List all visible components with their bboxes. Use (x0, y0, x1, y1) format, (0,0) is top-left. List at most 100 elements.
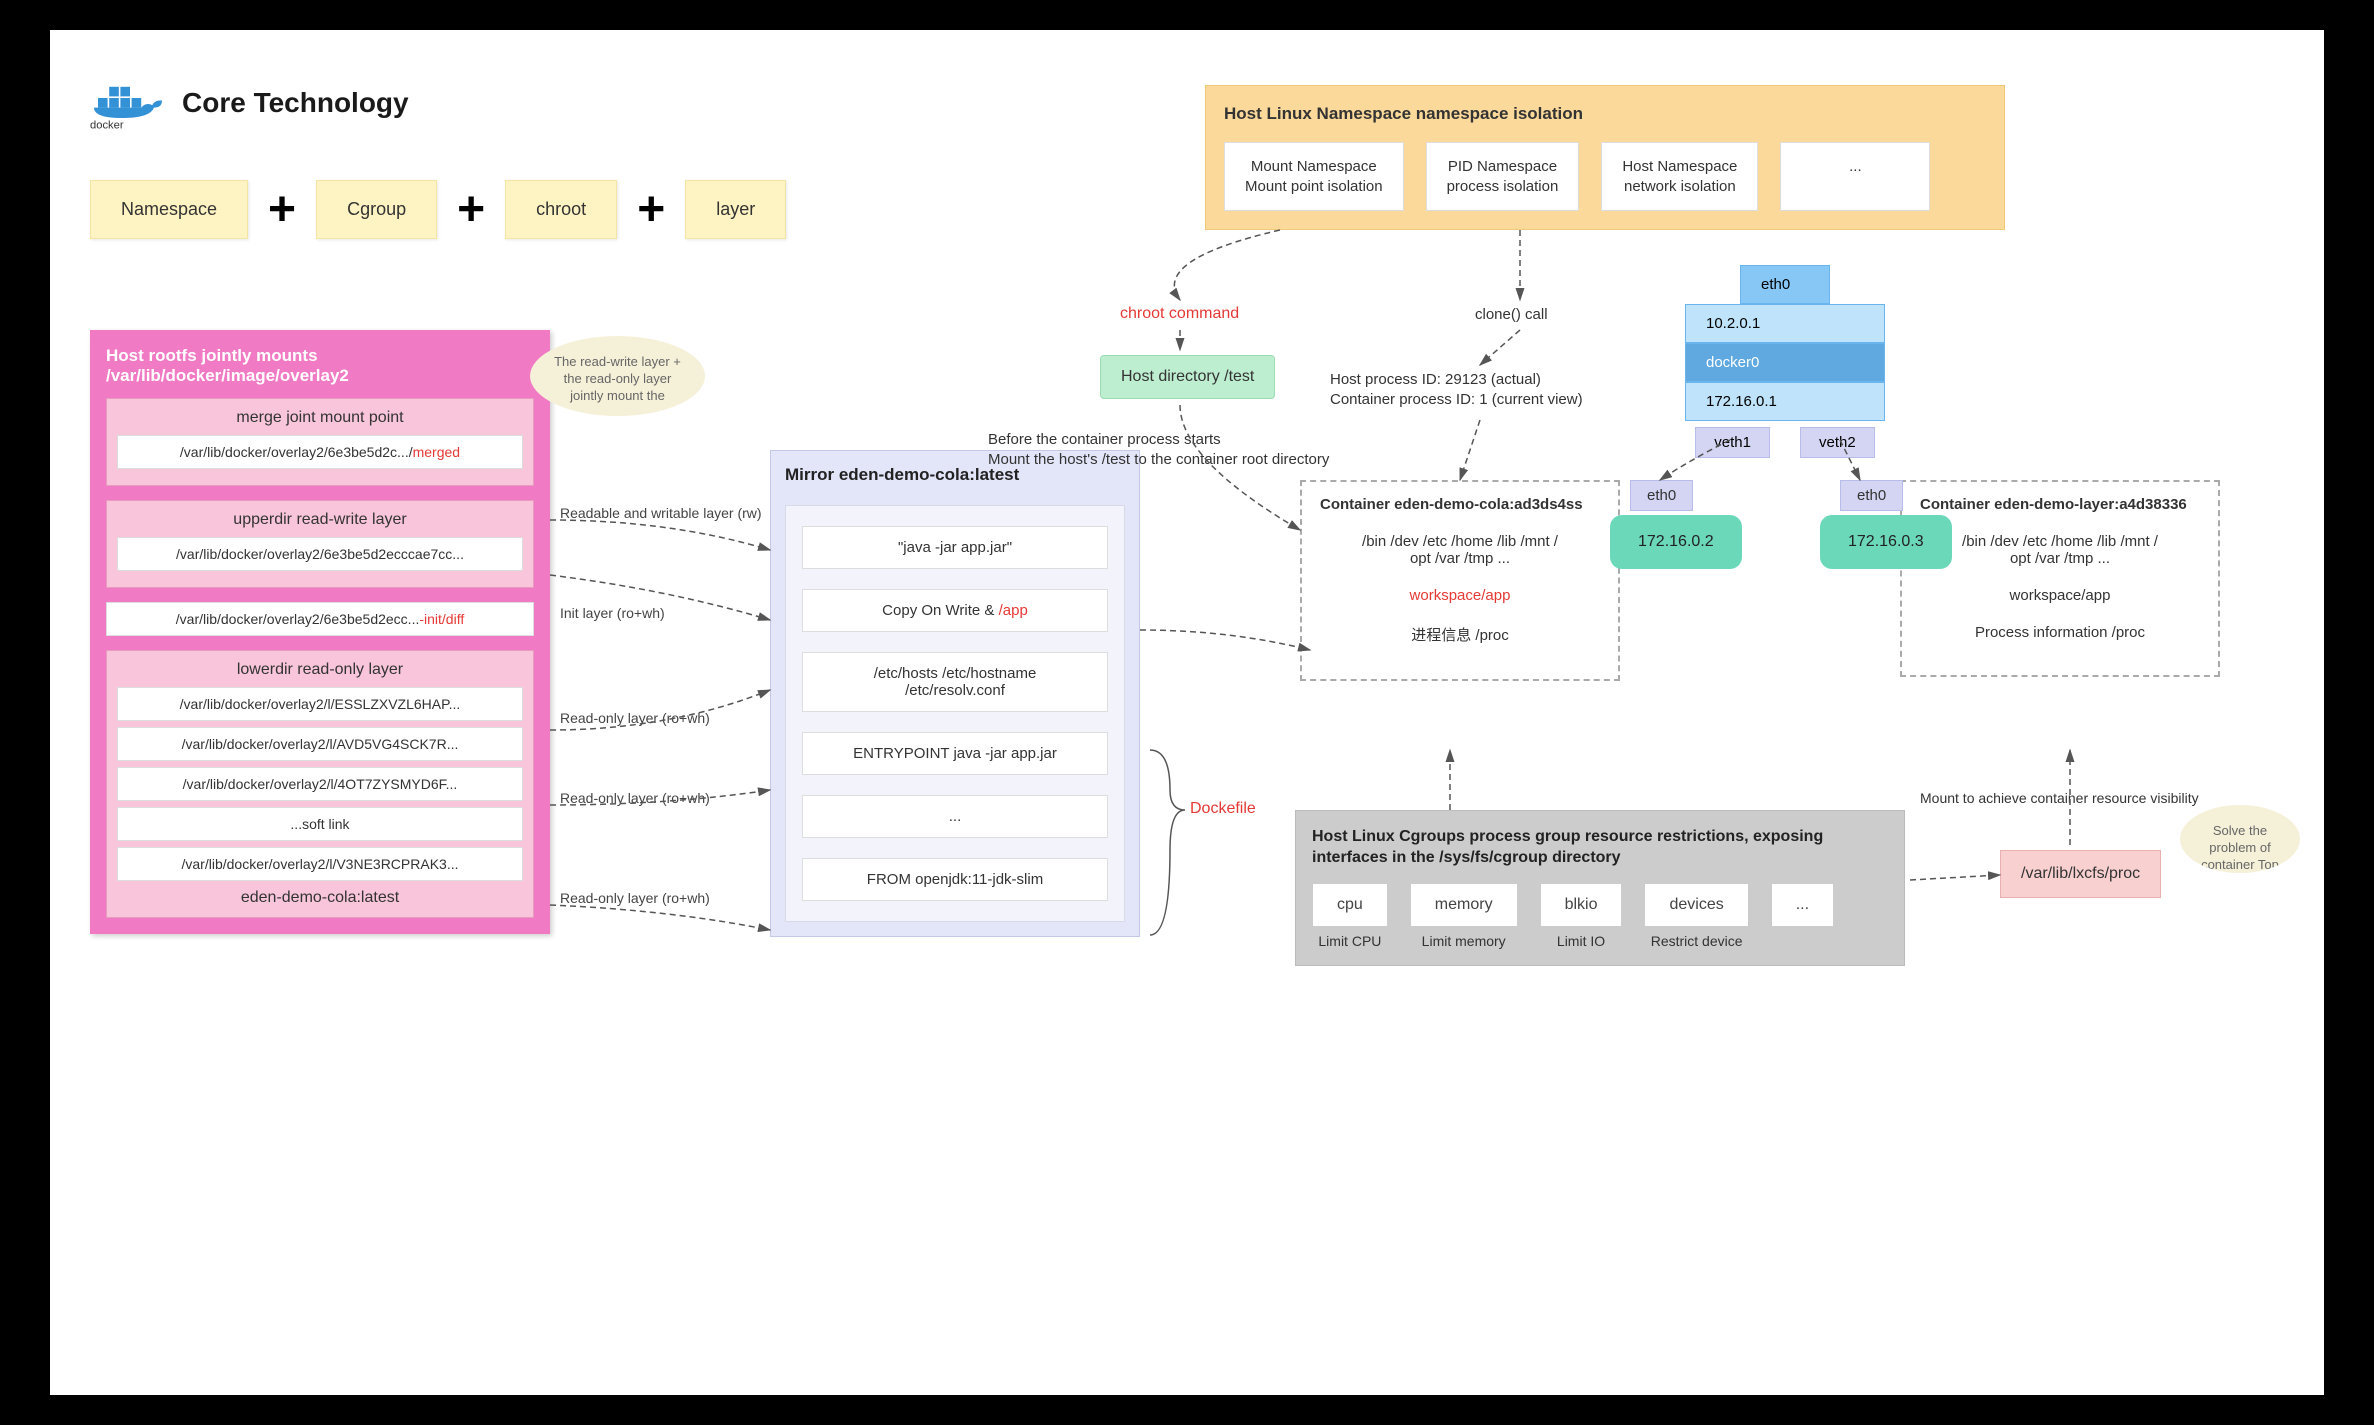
ns-box-pid: PID Namespace process isolation (1426, 142, 1580, 211)
plus-icon: + (457, 182, 485, 237)
mirror-body: "java -jar app.jar" Copy On Write & /app… (785, 505, 1125, 922)
title-row: docker Core Technology (90, 70, 409, 135)
top-note-bubble: Solve the problem of container Top (2180, 805, 2300, 873)
cgroup-memory-label: Limit memory (1410, 933, 1518, 949)
cgroup-devices: devices (1644, 883, 1748, 927)
container-b-workspace: workspace/app (1920, 587, 2200, 604)
lower-layer: lowerdir read-only layer /var/lib/docker… (106, 650, 534, 918)
core-box-chroot: chroot (505, 180, 617, 239)
container-a-dirs: /bin /dev /etc /home /lib /mnt / opt /va… (1320, 533, 1600, 567)
init-path-prefix: /var/lib/docker/overlay2/6e3be5d2ecc... (176, 611, 420, 627)
container-a: Container eden-demo-cola:ad3ds4ss /bin /… (1300, 480, 1620, 681)
container-b-dirs: /bin /dev /etc /home /lib /mnt / opt /va… (1920, 533, 2200, 567)
container-a-ip: 172.16.0.2 (1610, 515, 1742, 569)
plus-icon: + (637, 182, 665, 237)
lower-path-4: /var/lib/docker/overlay2/l/V3NE3RCPRAK3.… (117, 847, 523, 881)
lower-path-2: /var/lib/docker/overlay2/l/4OT7ZYSMYD6F.… (117, 767, 523, 801)
host-ip: 10.2.0.1 (1685, 304, 1885, 343)
rootfs-panel-title: Host rootfs jointly mounts /var/lib/dock… (106, 346, 534, 386)
layer-label-ro2: Read-only layer (ro+wh) (560, 790, 710, 806)
mirror-panel: Mirror eden-demo-cola:latest "java -jar … (770, 450, 1140, 937)
layer-label-rw: Readable and writable layer (rw) (560, 505, 762, 521)
merge-path-suffix: merged (413, 444, 460, 460)
chroot-command-label: chroot command (1120, 305, 1239, 323)
container-a-workspace: workspace/app (1320, 587, 1600, 604)
host-dir-box: Host directory /test (1100, 355, 1275, 399)
lower-path-0: /var/lib/docker/overlay2/l/ESSLZXVZL6HAP… (117, 687, 523, 721)
lxcfs-box: /var/lib/lxcfs/proc (2000, 850, 2161, 898)
docker0-ip: 172.16.0.1 (1685, 382, 1885, 421)
lower-tag: eden-demo-cola:latest (117, 889, 523, 907)
lower-path-3: ...soft link (117, 807, 523, 841)
cgroup-col-cpu: cpu Limit CPU (1312, 883, 1388, 949)
cgroup-blkio: blkio (1540, 883, 1623, 927)
cgroup-col-blkio: blkio Limit IO (1540, 883, 1623, 949)
layer-label-ro3: Read-only layer (ro+wh) (560, 890, 710, 906)
lower-layer-title: lowerdir read-only layer (117, 661, 523, 679)
container-b-proc: Process information /proc (1920, 624, 2200, 641)
merge-layer-title: merge joint mount point (117, 409, 523, 427)
diagram-canvas: docker Core Technology Namespace + Cgrou… (50, 30, 2324, 1395)
cgroup-more: ... (1771, 883, 1834, 927)
container-a-eth: eth0 (1630, 480, 1693, 511)
cgroup-blkio-label: Limit IO (1540, 933, 1623, 949)
ns-box-mount: Mount Namespace Mount point isolation (1224, 142, 1404, 211)
layer-label-init: Init layer (ro+wh) (560, 605, 665, 621)
docker0: docker0 (1685, 343, 1885, 382)
upper-path: /var/lib/docker/overlay2/6e3be5d2ecccae7… (117, 537, 523, 571)
mount-visibility-label: Mount to achieve container resource visi… (1920, 790, 2199, 806)
cgroup-col-more: ... (1771, 883, 1834, 949)
namespace-row: Mount Namespace Mount point isolation PI… (1224, 142, 1986, 211)
page-title: Core Technology (182, 87, 409, 119)
container-b-eth: eth0 (1840, 480, 1903, 511)
core-box-cgroup: Cgroup (316, 180, 437, 239)
mirror-row-dots: ... (802, 795, 1108, 838)
cgroup-panel: Host Linux Cgroups process group resourc… (1295, 810, 1905, 966)
init-path-suffix: -init/diff (419, 611, 464, 627)
host-eth0: eth0 (1740, 265, 1830, 304)
merge-path-prefix: /var/lib/docker/overlay2/6e3be5d2c.../ (180, 444, 413, 460)
ns-box-net: Host Namespace network isolation (1601, 142, 1758, 211)
ns-box-more: ... (1780, 142, 1930, 211)
mirror-row-cow: Copy On Write & /app (802, 589, 1108, 632)
container-b-title: Container eden-demo-layer:a4d38336 (1920, 496, 2200, 513)
cgroup-col-memory: memory Limit memory (1410, 883, 1518, 949)
container-a-title: Container eden-demo-cola:ad3ds4ss (1320, 496, 1600, 513)
container-b: Container eden-demo-layer:a4d38336 /bin … (1900, 480, 2220, 677)
cgroup-cpu: cpu (1312, 883, 1388, 927)
mirror-row-from: FROM openjdk:11-jdk-slim (802, 858, 1108, 901)
namespace-panel: Host Linux Namespace namespace isolation… (1205, 85, 2005, 230)
docker-label: docker (90, 119, 124, 130)
cgroup-cpu-label: Limit CPU (1312, 933, 1388, 949)
dockerfile-label: Dockefile (1190, 800, 1256, 818)
core-technologies-row: Namespace + Cgroup + chroot + layer (90, 180, 786, 239)
chroot-description: Before the container process starts Moun… (988, 430, 1329, 469)
mirror-row-etc: /etc/hosts /etc/hostname /etc/resolv.con… (802, 652, 1108, 712)
namespace-panel-title: Host Linux Namespace namespace isolation (1224, 104, 1986, 124)
cgroup-title: Host Linux Cgroups process group resourc… (1312, 827, 1888, 869)
cgroup-row: cpu Limit CPU memory Limit memory blkio … (1312, 883, 1888, 949)
layer-label-ro1: Read-only layer (ro+wh) (560, 710, 710, 726)
container-b-ip: 172.16.0.3 (1820, 515, 1952, 569)
plus-icon: + (268, 182, 296, 237)
rootfs-panel: Host rootfs jointly mounts /var/lib/dock… (90, 330, 550, 934)
core-box-namespace: Namespace (90, 180, 248, 239)
core-box-layer: layer (685, 180, 786, 239)
veth1: veth1 (1695, 427, 1770, 458)
cgroup-memory: memory (1410, 883, 1518, 927)
cgroup-col-devices: devices Restrict device (1644, 883, 1748, 949)
lower-path-1: /var/lib/docker/overlay2/l/AVD5VG4SCK7R.… (117, 727, 523, 761)
cow-suffix: /app (999, 602, 1028, 619)
cow-prefix: Copy On Write & (882, 602, 998, 619)
cgroup-devices-label: Restrict device (1644, 933, 1748, 949)
pid-info: Host process ID: 29123 (actual) Containe… (1330, 370, 1583, 409)
docker-icon: docker (90, 70, 170, 135)
veth2: veth2 (1800, 427, 1875, 458)
merge-layer: merge joint mount point /var/lib/docker/… (106, 398, 534, 486)
network-stack: eth0 10.2.0.1 docker0 172.16.0.1 veth1 v… (1685, 265, 1885, 458)
upper-layer: upperdir read-write layer /var/lib/docke… (106, 500, 534, 588)
clone-call-label: clone() call (1475, 305, 1548, 325)
merge-note-bubble: The read-write layer + the read-only lay… (530, 336, 705, 416)
init-path: /var/lib/docker/overlay2/6e3be5d2ecc...-… (106, 602, 534, 636)
merge-path: /var/lib/docker/overlay2/6e3be5d2c.../me… (117, 435, 523, 469)
